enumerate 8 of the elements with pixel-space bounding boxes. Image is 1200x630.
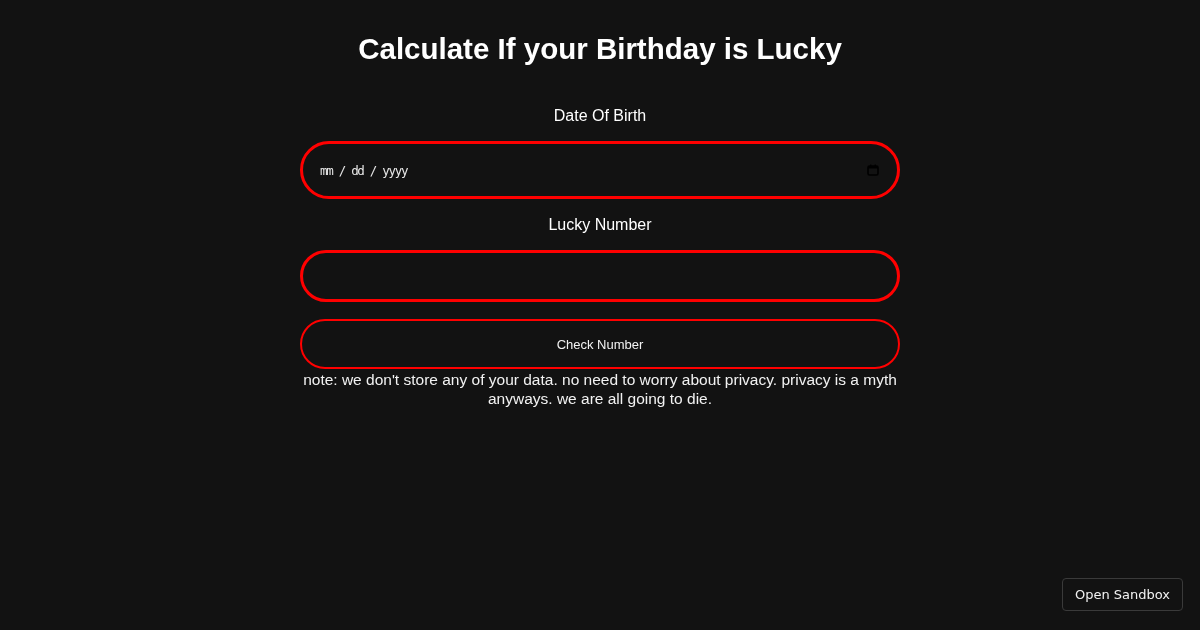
page-title: Calculate If your Birthday is Lucky — [358, 31, 842, 67]
date-field[interactable]: mm / dd / yyyy — [300, 141, 900, 199]
field-label: Lucky Number — [548, 215, 652, 235]
privacy-note: note: we don't store any of your data. no need to worry about privacy. privacy is a myth anyways. we are all going to die. — [302, 370, 898, 408]
field-label: Date Of Birth — [553, 106, 647, 126]
open-sandbox-button[interactable]: Open Sandbox — [1061, 578, 1183, 611]
check-number-button[interactable]: Check Number — [300, 319, 900, 369]
number-field[interactable] — [300, 250, 900, 302]
